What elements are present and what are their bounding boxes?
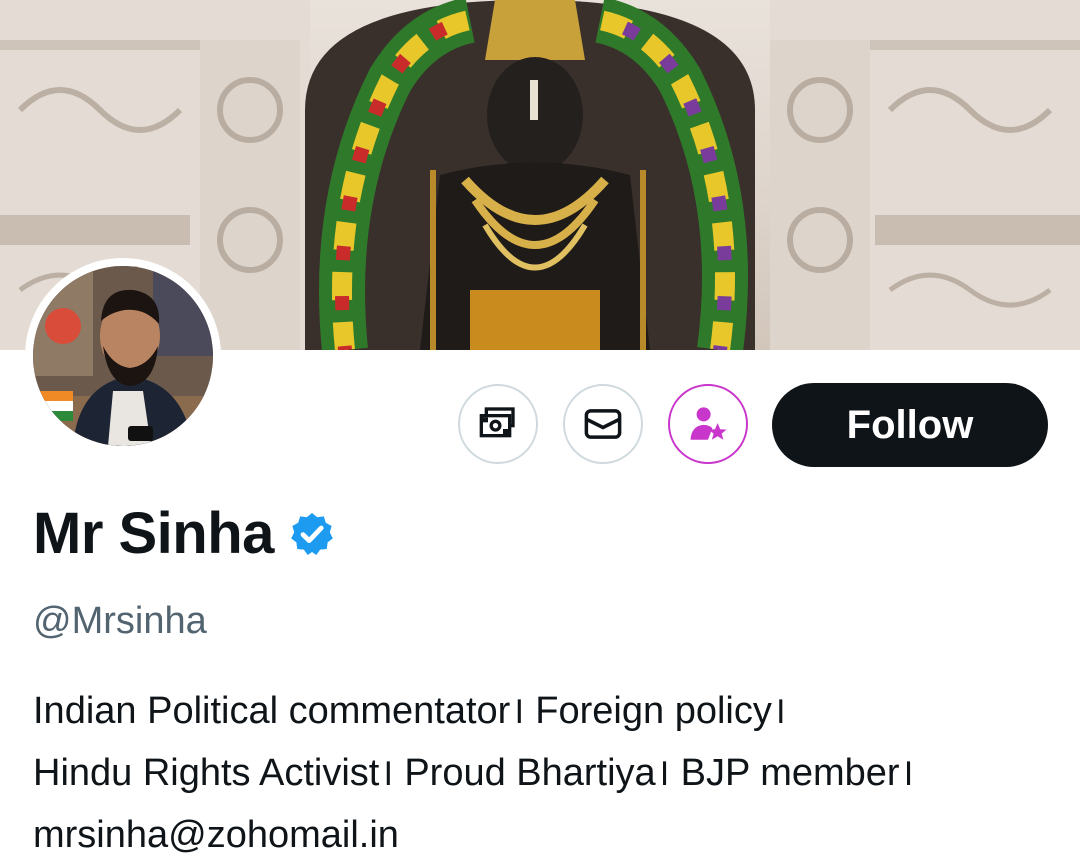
tip-button[interactable] [458,384,538,464]
bio-email-link[interactable]: mrsinha@zohomail.in [33,804,1063,866]
profile-handle: @Mrsinha [33,600,207,642]
profile-avatar[interactable] [25,258,221,454]
profile-bio: Indian Political commentator। Foreign po… [33,680,1063,866]
message-button[interactable] [563,384,643,464]
tip-money-icon [479,407,515,438]
subscribe-person-star-icon [690,407,727,440]
bio-line: Indian Political commentator। Foreign po… [33,690,787,732]
profile-name: Mr Sinha [33,501,274,566]
verified-badge-icon[interactable] [288,510,336,558]
message-mail-icon [584,409,622,439]
follow-button[interactable]: Follow [772,383,1048,467]
bio-line: Hindu Rights Activist। Proud Bhartiya। B… [33,752,914,794]
profile-name-row: Mr Sinha [33,500,336,567]
subscribe-button[interactable] [668,384,748,464]
avatar-photo [33,266,213,446]
